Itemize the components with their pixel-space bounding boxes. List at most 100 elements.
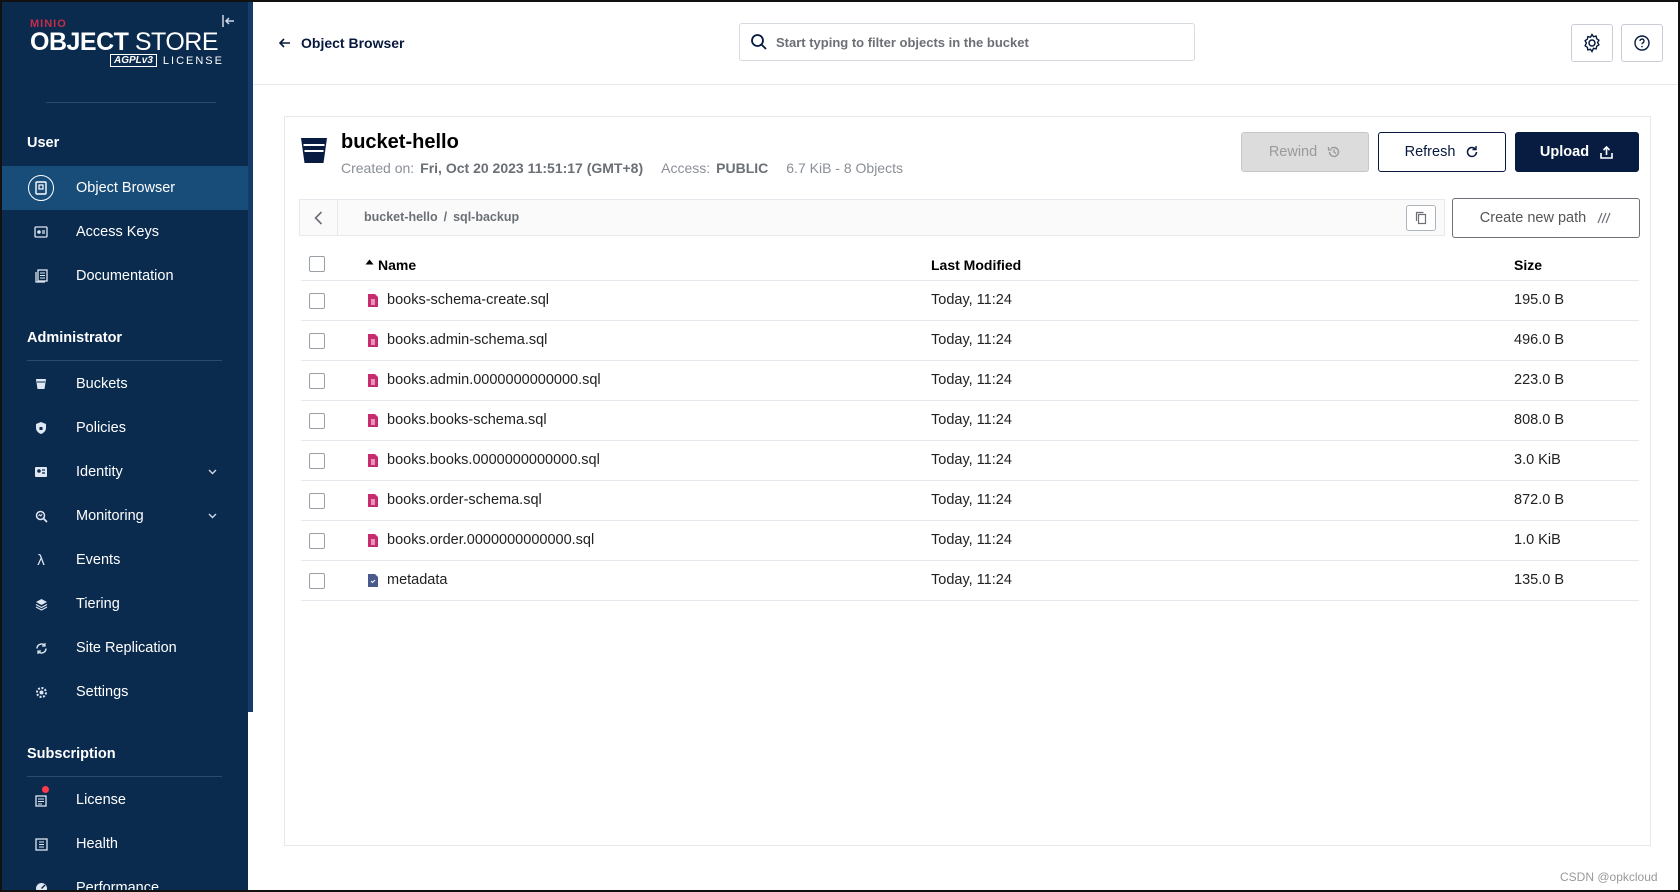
minio-logo[interactable]: MINIO OBJECT STORE AGPLv3 LICENSE [30,18,230,67]
table-row[interactable]: books.books.0000000000000.sql Today, 11:… [301,441,1639,481]
table-row[interactable]: books.admin.0000000000000.sql Today, 11:… [301,361,1639,401]
sidebar-item-policies[interactable]: Policies [2,406,248,450]
search-input[interactable] [776,34,1176,50]
create-new-path-button[interactable]: Create new path [1452,198,1640,238]
table-row[interactable]: books.admin-schema.sql Today, 11:24 496.… [301,321,1639,361]
settings-button[interactable] [1571,24,1613,62]
access-label: Access: [661,160,711,176]
section-title-user: User [27,135,60,151]
collapse-sidebar-icon[interactable] [222,14,238,30]
sidebar-item-license[interactable]: License [2,778,248,822]
sidebar-item-tiering[interactable]: Tiering [2,582,248,626]
access-keys-icon [30,221,52,243]
object-filter-search[interactable] [739,23,1195,61]
row-checkbox[interactable] [309,373,325,389]
object-name-cell: books.books-schema.sql [367,412,547,428]
sql-file-icon [368,453,378,467]
row-checkbox[interactable] [309,453,325,469]
object-name-cell: books.order-schema.sql [367,492,542,508]
sidebar-item-label: Performance [76,880,160,892]
created-value: Fri, Oct 20 2023 11:51:17 (GMT+8) [420,160,644,176]
copy-path-button[interactable] [1406,205,1436,231]
replication-icon [30,637,52,659]
object-name: books.books-schema.sql [387,412,547,428]
object-name: books-schema-create.sql [387,292,549,308]
row-checkbox[interactable] [309,293,325,309]
sidebar-item-monitoring[interactable]: Monitoring [2,494,248,538]
lambda-icon: λ [37,551,45,569]
row-checkbox[interactable] [309,573,325,589]
refresh-button[interactable]: Refresh [1378,132,1506,172]
object-name-cell: books.books.0000000000000.sql [367,452,600,468]
upload-icon [1600,145,1613,159]
search-icon [751,34,767,50]
select-all-checkbox[interactable] [309,256,325,272]
performance-icon [30,877,52,890]
created-label: Created on: [341,160,415,176]
table-row[interactable]: books.order-schema.sql Today, 11:24 872.… [301,481,1639,521]
column-header-size[interactable]: Size [1514,257,1542,273]
arrow-left-icon [278,35,291,51]
sidebar-item-label: Object Browser [76,180,176,196]
sidebar-item-access-keys[interactable]: Access Keys [2,210,248,254]
sidebar-item-health[interactable]: Health [2,822,248,866]
sidebar-item-documentation[interactable]: Documentation [2,254,248,298]
object-size: 808.0 B [1514,412,1564,428]
sidebar-item-label: Policies [76,420,126,436]
settings-icon [30,681,52,703]
generic-file-icon [368,573,378,587]
object-size: 1.0 KiB [1514,532,1561,548]
identity-icon [30,461,52,483]
logo-store: STORE [134,28,219,56]
path-back-button[interactable] [300,200,338,235]
sql-file-icon [368,333,378,347]
chevron-down-icon[interactable] [208,510,217,522]
object-name: books.books.0000000000000.sql [387,452,600,468]
breadcrumb-folder[interactable]: sql-backup [453,210,519,224]
bucket-name: bucket-hello [341,131,459,153]
sidebar-item-label: Monitoring [76,508,144,524]
row-checkbox[interactable] [309,493,325,509]
create-path-label: Create new path [1479,210,1587,226]
object-modified: Today, 11:24 [931,452,1012,468]
chevron-down-icon[interactable] [208,466,217,478]
table-row[interactable]: metadata Today, 11:24 135.0 B [301,561,1639,601]
back-to-object-browser-link[interactable]: Object Browser [278,35,404,51]
sidebar-item-label: Tiering [76,596,120,612]
object-name: books.admin-schema.sql [387,332,548,348]
sort-ascending-icon [365,259,374,265]
sidebar-scrollbar[interactable] [248,2,253,712]
breadcrumb-bucket[interactable]: bucket-hello [364,210,438,224]
object-size: 135.0 B [1514,572,1564,588]
breadcrumb: bucket-hello / sql-backup [364,210,519,224]
breadcrumb-separator: / [443,210,448,224]
notification-dot [42,786,49,793]
column-header-last-modified[interactable]: Last Modified [931,257,1021,273]
gear-icon [1584,33,1600,53]
object-browser-icon [28,175,54,201]
sidebar-item-events[interactable]: λ Events [2,538,248,582]
table-row[interactable]: books.order.0000000000000.sql Today, 11:… [301,521,1639,561]
sidebar-item-site-replication[interactable]: Site Replication [2,626,248,670]
row-checkbox[interactable] [309,533,325,549]
row-checkbox[interactable] [309,333,325,349]
upload-button[interactable]: Upload [1515,132,1639,172]
sidebar-item-performance[interactable]: Performance [2,866,248,892]
bucket-icon [301,138,327,163]
section-divider [27,776,222,777]
sidebar-item-identity[interactable]: Identity [2,450,248,494]
sidebar-item-label: License [76,792,126,808]
table-row[interactable]: books.books-schema.sql Today, 11:24 808.… [301,401,1639,441]
column-header-name[interactable]: Name [365,257,416,273]
object-size: 195.0 B [1514,292,1564,308]
rewind-button[interactable]: Rewind [1241,132,1369,172]
sidebar-item-buckets[interactable]: Buckets [2,362,248,406]
sidebar-item-settings[interactable]: Settings [2,670,248,714]
sidebar: MINIO OBJECT STORE AGPLv3 LICENSE User O… [2,2,248,892]
table-row[interactable]: books-schema-create.sql Today, 11:24 195… [301,281,1639,321]
row-checkbox[interactable] [309,413,325,429]
sidebar-item-object-browser[interactable]: Object Browser [2,166,248,210]
help-button[interactable] [1621,24,1663,62]
refresh-label: Refresh [1404,144,1456,160]
object-size: 872.0 B [1514,492,1564,508]
